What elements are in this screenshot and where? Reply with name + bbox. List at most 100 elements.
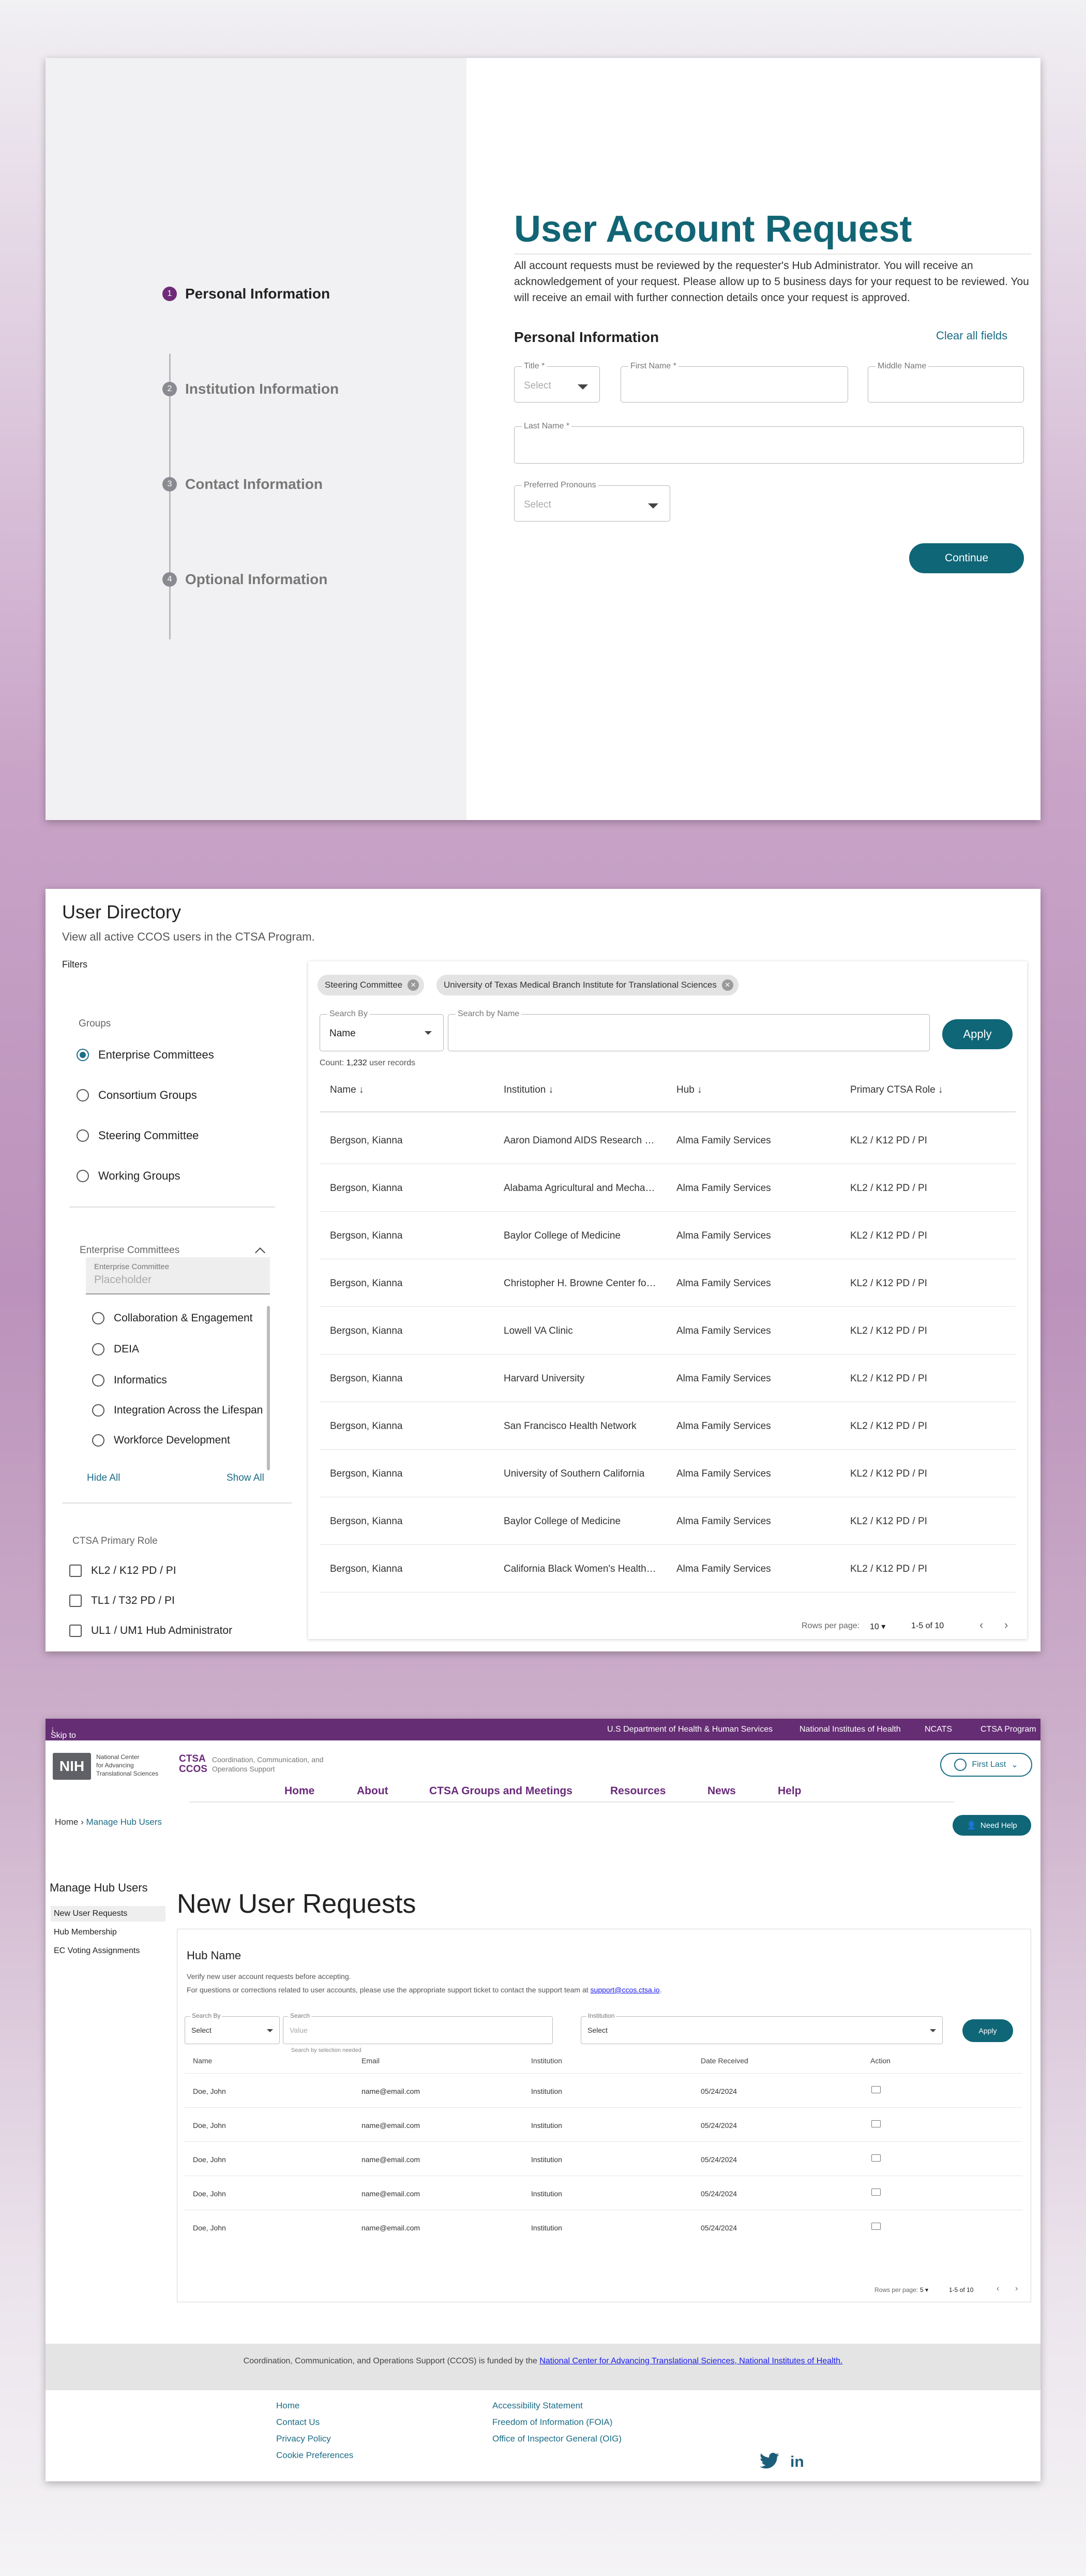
scrollbar[interactable] — [267, 1306, 270, 1470]
pronouns-select[interactable]: Preferred Pronouns Select — [514, 481, 670, 522]
sidebar-item-ec-voting[interactable]: EC Voting Assignments — [54, 1946, 140, 1956]
step-contact-information[interactable]: 3 Contact Information — [162, 476, 323, 493]
nav-resources[interactable]: Resources — [610, 1785, 666, 1797]
ec-option-deia[interactable]: DEIA — [92, 1343, 139, 1356]
continue-button[interactable]: Continue — [909, 543, 1024, 573]
group-radio-working-groups[interactable]: Working Groups — [77, 1169, 180, 1183]
ec-search-input[interactable]: Enterprise Committee Placeholder — [86, 1257, 270, 1294]
footer-link-privacy[interactable]: Privacy Policy — [276, 2434, 331, 2444]
footer-link-oig[interactable]: Office of Inspector General (OIG) — [492, 2434, 622, 2444]
linkedin-icon[interactable]: in — [790, 2453, 804, 2471]
table-row[interactable]: Doe, John name@email.com Institution 05/24/… — [185, 2107, 1022, 2141]
ncats-funding-link[interactable]: National Center for Advancing Translatio… — [539, 2357, 842, 2365]
gov-link-ncats[interactable]: NCATS — [925, 1725, 952, 1734]
search-input[interactable]: Search Value — [283, 2012, 553, 2044]
close-icon[interactable]: ✕ — [408, 979, 419, 991]
last-name-field[interactable]: Last Name * — [514, 422, 1024, 464]
footer-link-home[interactable]: Home — [276, 2401, 299, 2411]
search-by-select[interactable]: Search By Name — [320, 1009, 444, 1051]
review-action-icon[interactable] — [871, 2086, 881, 2093]
column-header-name[interactable]: Name ↓ — [330, 1084, 364, 1096]
first-name-field[interactable]: First Name * — [621, 362, 848, 403]
chevron-left-icon[interactable]: ‹ — [979, 1618, 983, 1632]
footer-link-contact[interactable]: Contact Us — [276, 2417, 320, 2428]
step-optional-information[interactable]: 4 Optional Information — [162, 571, 327, 588]
apply-button[interactable]: Apply — [962, 2019, 1013, 2042]
table-row[interactable]: Bergson, Kianna Baylor College of Medicin… — [320, 1212, 1016, 1259]
table-row[interactable]: Doe, John name@email.com Institution 05/24/… — [185, 2176, 1022, 2210]
filter-chip[interactable]: Steering Committee ✕ — [318, 975, 425, 995]
ec-option-integration[interactable]: Integration Across the Lifespan — [92, 1404, 263, 1417]
group-radio-steering-committee[interactable]: Steering Committee — [77, 1129, 199, 1142]
close-icon[interactable]: ✕ — [721, 979, 733, 991]
table-row[interactable]: Bergson, Kianna Harvard University Alma Fa… — [320, 1354, 1016, 1402]
column-header-hub[interactable]: Hub ↓ — [676, 1084, 702, 1096]
step-personal-information[interactable]: 1 Personal Information — [162, 286, 330, 302]
apply-button[interactable]: Apply — [942, 1019, 1013, 1049]
breadcrumb-current[interactable]: Manage Hub Users — [86, 1817, 161, 1827]
column-header-role[interactable]: Primary CTSA Role ↓ — [850, 1084, 943, 1096]
skip-to-main-link[interactable]: Skip to main content ↓ — [51, 1725, 78, 1759]
breadcrumb-home[interactable]: Home — [55, 1817, 78, 1827]
search-name-input[interactable]: Search by Name — [448, 1009, 930, 1051]
table-row[interactable]: Bergson, Kianna University of Southern Ca… — [320, 1450, 1016, 1497]
nav-help[interactable]: Help — [778, 1785, 802, 1797]
table-row[interactable]: Bergson, Kianna Alabama Agricultural and … — [320, 1164, 1016, 1212]
review-action-icon[interactable] — [871, 2154, 881, 2162]
table-row[interactable]: Doe, John name@email.com Institution 05/24/… — [185, 2141, 1022, 2176]
middle-name-field[interactable]: Middle Name — [868, 362, 1024, 403]
nav-news[interactable]: News — [707, 1785, 736, 1797]
institution-select[interactable]: Institution Select — [581, 2012, 943, 2044]
group-radio-enterprise-committees[interactable]: Enterprise Committees — [77, 1048, 214, 1062]
ec-option-collaboration[interactable]: Collaboration & Engagement — [92, 1312, 253, 1324]
review-action-icon[interactable] — [871, 2188, 881, 2196]
footer-link-cookies[interactable]: Cookie Preferences — [276, 2450, 353, 2461]
gov-link-nih[interactable]: National Institutes of Health — [800, 1725, 901, 1734]
table-row[interactable]: Bergson, Kianna Aaron Diamond AIDS Resear… — [320, 1116, 1016, 1164]
group-radio-consortium-groups[interactable]: Consortium Groups — [77, 1089, 197, 1102]
gov-link-ctsa[interactable]: CTSA Program — [981, 1725, 1036, 1734]
footer-link-accessibility[interactable]: Accessibility Statement — [492, 2401, 583, 2411]
table-row[interactable]: Bergson, Kianna San Francisco Health Netw… — [320, 1402, 1016, 1450]
nav-about[interactable]: About — [357, 1785, 388, 1797]
user-menu-button[interactable]: First Last ⌄ — [940, 1753, 1032, 1777]
review-action-icon[interactable] — [871, 2223, 881, 2230]
role-checkbox-kl2[interactable]: KL2 / K12 PD / PI — [69, 1565, 176, 1577]
chevron-left-icon[interactable]: ‹ — [997, 2284, 999, 2294]
gov-link-hhs[interactable]: U.S Department of Health & Human Service… — [607, 1725, 773, 1734]
table-row[interactable]: Bergson, Kianna Christopher H. Browne Cen… — [320, 1259, 1016, 1307]
table-row[interactable]: Doe, John name@email.com Institution 05/24/… — [185, 2073, 1022, 2107]
need-help-button[interactable]: 👤 Need Help — [953, 1815, 1031, 1836]
sidebar-item-new-user-requests[interactable]: New User Requests — [54, 1909, 127, 1918]
twitter-icon[interactable] — [759, 2452, 780, 2474]
table-row[interactable]: Bergson, Kianna California Black Women's … — [320, 1545, 1016, 1592]
search-by-select[interactable]: Search By Select — [185, 2012, 280, 2044]
title-select[interactable]: Title * Select — [514, 362, 600, 403]
rows-per-page-select[interactable]: 10 ▾ — [870, 1621, 885, 1632]
hide-all-link[interactable]: Hide All — [87, 1472, 120, 1484]
rows-per-page-select[interactable]: 5 ▾ — [920, 2286, 928, 2294]
table-row[interactable]: Bergson, Kianna Baylor College of Medicin… — [320, 1497, 1016, 1545]
chevron-right-icon[interactable]: › — [1015, 2284, 1018, 2294]
role-checkbox-tl1[interactable]: TL1 / T32 PD / PI — [69, 1595, 175, 1607]
show-all-link[interactable]: Show All — [227, 1472, 264, 1484]
footer-link-foia[interactable]: Freedom of Information (FOIA) — [492, 2417, 612, 2428]
chevron-right-icon[interactable]: › — [1004, 1618, 1008, 1632]
ec-option-informatics[interactable]: Informatics — [92, 1374, 167, 1387]
table-row[interactable]: Bergson, Kianna Lowell VA Clinic Alma Fami… — [320, 1307, 1016, 1354]
ec-option-workforce[interactable]: Workforce Development — [92, 1434, 230, 1447]
column-header-institution[interactable]: Institution ↓ — [504, 1084, 553, 1096]
sidebar-item-hub-membership[interactable]: Hub Membership — [54, 1928, 117, 1937]
clear-all-fields-link[interactable]: Clear all fields — [936, 329, 1007, 343]
review-action-icon[interactable] — [871, 2120, 881, 2127]
table-row[interactable]: Doe, John name@email.com Institution 05/24/… — [185, 2210, 1022, 2244]
role-checkbox-ul1[interactable]: UL1 / UM1 Hub Administrator — [69, 1625, 232, 1637]
chevron-up-icon[interactable] — [255, 1247, 265, 1258]
step-institution-information[interactable]: 2 Institution Information — [162, 381, 339, 397]
nav-ctsa-groups[interactable]: CTSA Groups and Meetings — [429, 1785, 572, 1797]
ec-accordion-title[interactable]: Enterprise Committees — [80, 1245, 179, 1256]
ctsa-ccos-logo[interactable]: CTSA CCOS — [179, 1754, 207, 1775]
support-email-link[interactable]: support@ccos.ctsa.io — [591, 1986, 660, 1994]
nav-home[interactable]: Home — [284, 1785, 314, 1797]
nih-logo[interactable]: NIH — [53, 1753, 91, 1780]
